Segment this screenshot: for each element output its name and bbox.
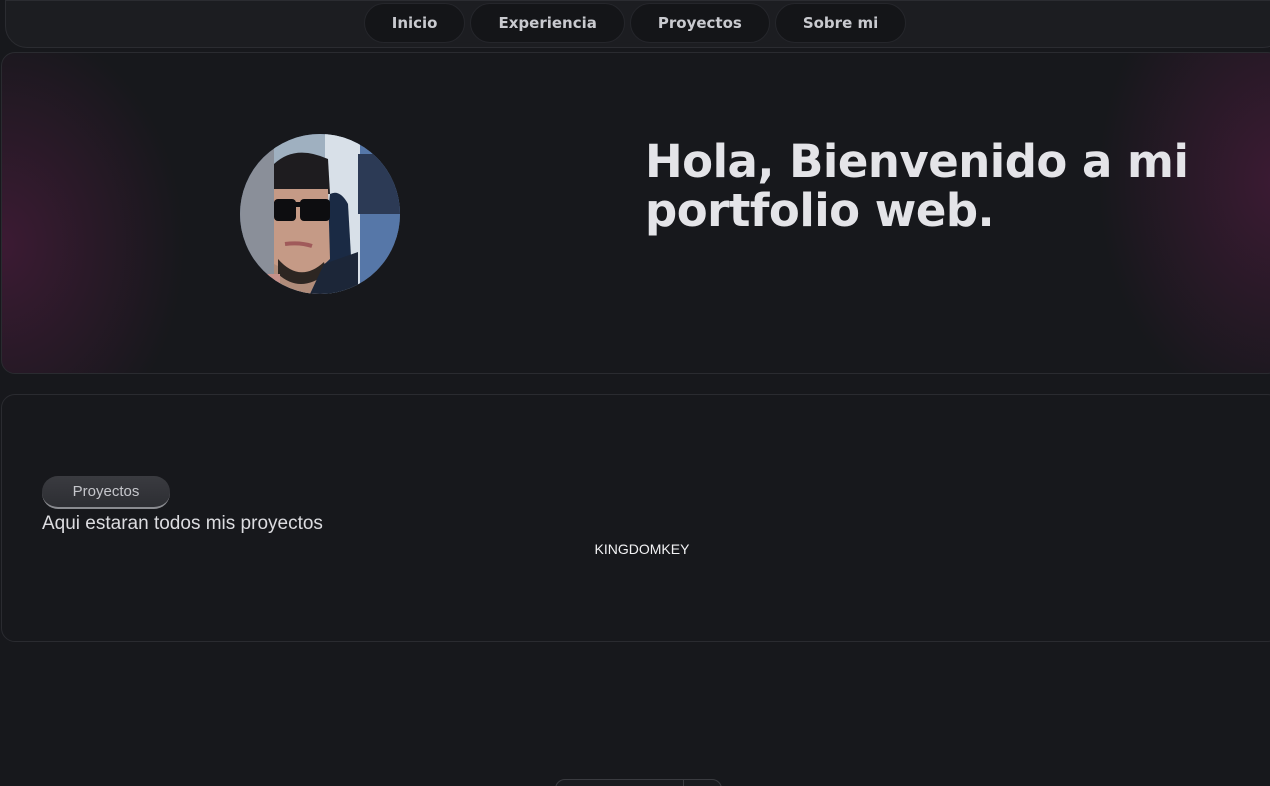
- projects-section: Proyectos Aqui estaran todos mis proyect…: [1, 394, 1270, 642]
- avatar: [240, 134, 400, 294]
- nav-item-sobre-mi[interactable]: Sobre mi: [774, 3, 907, 43]
- projects-badge[interactable]: Proyectos: [42, 476, 170, 509]
- bottom-control[interactable]: [555, 779, 722, 786]
- profile-photo: [240, 134, 400, 294]
- nav-item-proyectos[interactable]: Proyectos: [629, 3, 770, 43]
- project-item[interactable]: KINGDOMKEY: [2, 541, 1270, 557]
- nav-item-experiencia[interactable]: Experiencia: [470, 3, 625, 43]
- page: Inicio Experiencia Proyectos Sobre mi Ho…: [0, 0, 1270, 786]
- nav-item-inicio[interactable]: Inicio: [363, 3, 466, 43]
- bottom-control-divider: [683, 780, 684, 786]
- nav-menu: Inicio Experiencia Proyectos Sobre mi: [0, 3, 1270, 43]
- hero-section: Hola, Bienvenido a mi portfolio web.: [1, 52, 1270, 374]
- project-item-label: KINGDOMKEY: [594, 541, 690, 557]
- projects-description: Aqui estaran todos mis proyectos: [42, 513, 323, 534]
- hero-title: Hola, Bienvenido a mi portfolio web.: [645, 135, 1189, 237]
